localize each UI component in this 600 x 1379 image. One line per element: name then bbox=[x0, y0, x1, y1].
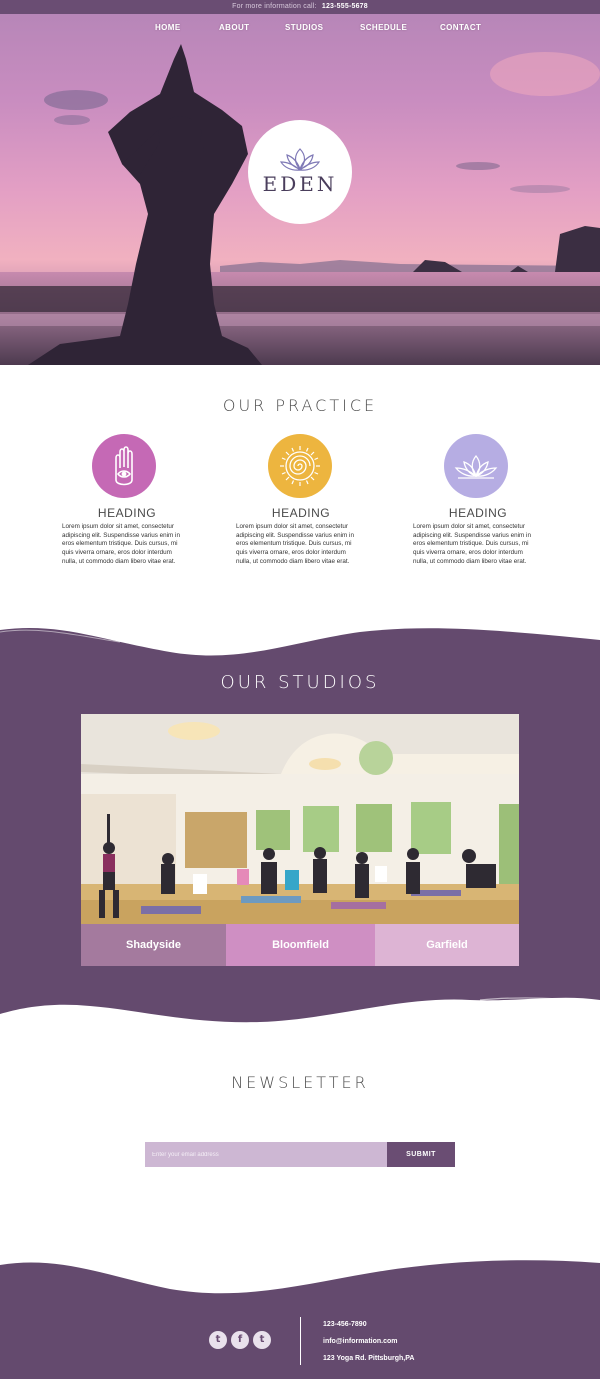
nav-schedule[interactable]: SCHEDULE bbox=[360, 23, 407, 32]
studio-image bbox=[81, 714, 519, 924]
nav-contact[interactable]: CONTACT bbox=[440, 23, 481, 32]
studio-tabs: Shadyside Bloomfield Garfield bbox=[81, 924, 519, 966]
facebook-icon[interactable]: f bbox=[231, 1331, 249, 1349]
twitter-icon[interactable]: t bbox=[209, 1331, 227, 1349]
studio-tab-shadyside[interactable]: Shadyside bbox=[81, 924, 226, 966]
hamsa-hand-icon bbox=[115, 446, 133, 486]
tumblr-icon[interactable]: t bbox=[253, 1331, 271, 1349]
feature-text: Lorem ipsum dolor sit amet, consectetur … bbox=[413, 523, 531, 565]
nav-studios[interactable]: STUDIOS bbox=[285, 23, 323, 32]
logo-text: EDEN bbox=[262, 172, 338, 196]
footer-phone[interactable]: 123-456-7890 bbox=[323, 1321, 367, 1328]
nav-about[interactable]: ABOUT bbox=[219, 23, 249, 32]
practice-title: OUR PRACTICE bbox=[222, 396, 378, 415]
sun-spiral-icon bbox=[280, 446, 320, 486]
feature-heading: HEADING bbox=[271, 506, 331, 520]
feature-text: Lorem ipsum dolor sit amet, consectetur … bbox=[62, 523, 180, 565]
studio-tab-garfield[interactable]: Garfield bbox=[375, 924, 519, 966]
feature-heading: HEADING bbox=[97, 506, 157, 520]
footer-divider bbox=[300, 1317, 301, 1365]
top-info-bar: For more information call: 123-555-5678 bbox=[0, 0, 600, 14]
info-text: For more information call: bbox=[232, 3, 317, 10]
main-nav: HOME ABOUT STUDIOS SCHEDULE CONTACT bbox=[0, 20, 600, 36]
footer-email[interactable]: info@information.com bbox=[323, 1338, 398, 1345]
feature-icon-bg bbox=[268, 434, 332, 498]
studios-title: OUR STUDIOS bbox=[220, 672, 380, 693]
feature-heading: HEADING bbox=[448, 506, 508, 520]
info-phone[interactable]: 123-555-5678 bbox=[322, 3, 368, 10]
feature-text: Lorem ipsum dolor sit amet, consectetur … bbox=[236, 523, 354, 565]
lotus-icon bbox=[454, 454, 498, 479]
studio-tab-bloomfield[interactable]: Bloomfield bbox=[226, 924, 375, 966]
studios-section: OUR STUDIOS Shadyside Bloomfield Garfiel… bbox=[0, 622, 600, 1026]
email-input[interactable] bbox=[145, 1142, 387, 1167]
submit-button[interactable]: SUBMIT bbox=[387, 1142, 455, 1167]
hero-banner: HOME ABOUT STUDIOS SCHEDULE CONTACT EDEN bbox=[0, 14, 600, 365]
studio-photo bbox=[81, 714, 519, 924]
footer: t f t 123-456-7890 info@information.com … bbox=[0, 1255, 600, 1379]
nav-home[interactable]: HOME bbox=[155, 23, 181, 32]
footer-address: 123 Yoga Rd. Pittsburgh,PA bbox=[323, 1355, 415, 1362]
feature-icon-bg bbox=[92, 434, 156, 498]
lotus-logo-icon bbox=[279, 148, 321, 171]
feature-icon-bg bbox=[444, 434, 508, 498]
eden-logo[interactable]: EDEN bbox=[248, 120, 352, 224]
newsletter-title: NEWSLETTER bbox=[231, 1073, 369, 1092]
